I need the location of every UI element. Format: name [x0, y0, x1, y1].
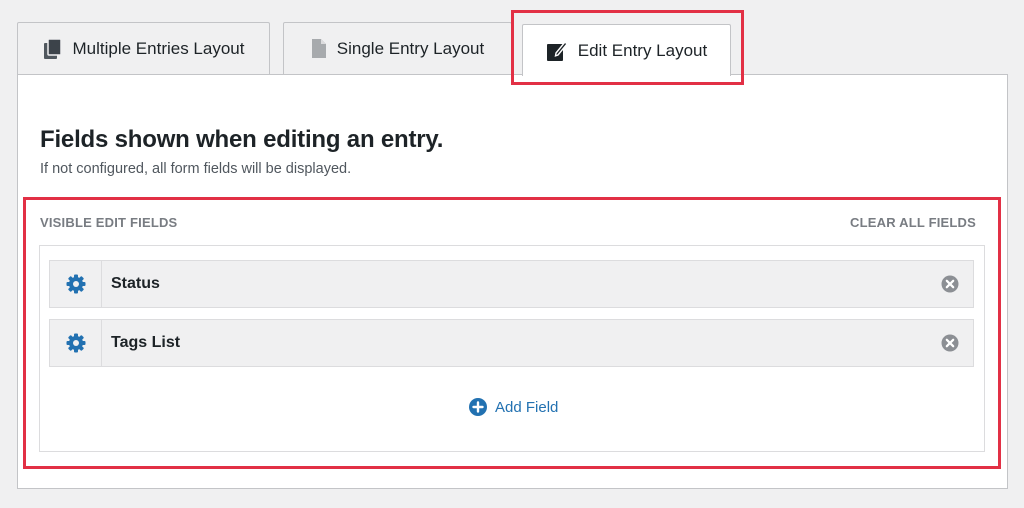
field-row-tags-list[interactable]: Tags List — [49, 319, 974, 367]
tab-edit-entry-layout[interactable]: Edit Entry Layout — [522, 24, 731, 76]
add-field-label: Add Field — [495, 398, 559, 416]
remove-circle-icon — [941, 275, 959, 293]
field-settings-button[interactable] — [50, 261, 102, 307]
field-label: Status — [111, 275, 160, 292]
add-field-button[interactable]: Add Field — [469, 398, 558, 416]
panel-subtitle: If not configured, all form fields will … — [40, 161, 352, 177]
multiple-documents-icon — [43, 37, 63, 60]
remove-field-button[interactable] — [941, 275, 959, 293]
remove-circle-icon — [941, 334, 959, 352]
gear-icon — [66, 333, 85, 353]
document-icon — [311, 38, 327, 59]
tab-label: Single Entry Layout — [336, 38, 485, 58]
clear-all-fields-button[interactable]: CLEAR ALL FIELDS — [850, 215, 976, 230]
panel-title: Fields shown when editing an entry. — [40, 126, 444, 153]
gear-icon — [66, 274, 85, 294]
tab-label: Multiple Entries Layout — [72, 38, 245, 58]
visible-edit-fields-label: VISIBLE EDIT FIELDS — [40, 215, 178, 230]
tab-single-entry-layout[interactable]: Single Entry Layout — [283, 22, 512, 74]
field-label: Tags List — [111, 334, 181, 351]
tab-multiple-entries-layout[interactable]: Multiple Entries Layout — [17, 22, 270, 74]
edit-document-icon — [546, 40, 568, 62]
field-row-status[interactable]: Status — [49, 260, 974, 308]
remove-field-button[interactable] — [941, 334, 959, 352]
tab-label: Edit Entry Layout — [577, 40, 708, 60]
field-settings-button[interactable] — [50, 320, 102, 366]
plus-circle-icon — [469, 398, 487, 416]
